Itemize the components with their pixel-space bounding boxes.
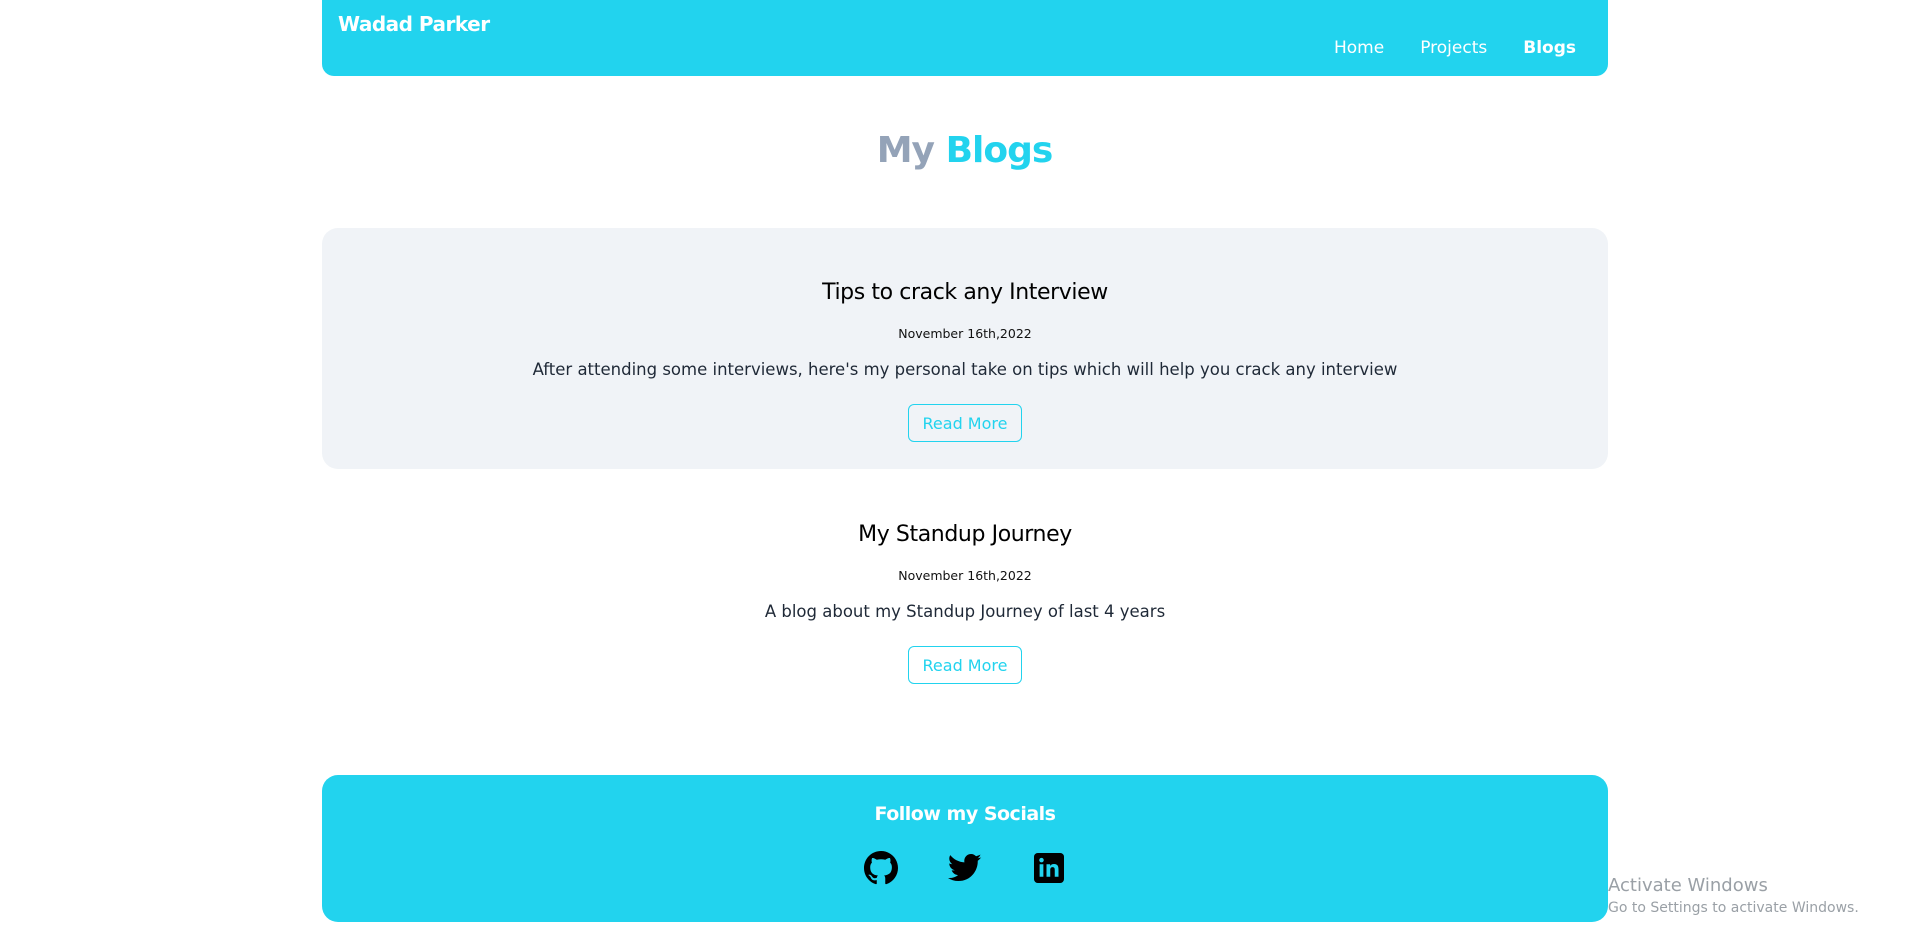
nav-projects-link[interactable]: Projects: [1420, 38, 1487, 58]
windows-activation-watermark: Activate Windows Go to Settings to activ…: [1608, 875, 1859, 916]
brand-name[interactable]: Wadad Parker: [338, 12, 490, 36]
blog-date: November 16th,2022: [898, 326, 1032, 341]
watermark-subtitle: Go to Settings to activate Windows.: [1608, 900, 1859, 916]
twitter-icon[interactable]: [948, 851, 982, 885]
read-more-button[interactable]: Read More: [908, 404, 1022, 442]
nav-blogs-link[interactable]: Blogs: [1523, 38, 1576, 58]
blog-date: November 16th,2022: [898, 568, 1032, 583]
blog-description: After attending some interviews, here's …: [532, 360, 1398, 379]
social-links: [322, 851, 1608, 885]
blog-title: My Standup Journey: [858, 522, 1072, 547]
site-footer: Follow my Socials: [322, 775, 1608, 922]
page-title-prefix: My: [876, 130, 935, 171]
footer-title: Follow my Socials: [874, 803, 1056, 825]
page-title-accent: Blogs: [945, 130, 1054, 171]
github-icon[interactable]: [864, 851, 898, 885]
blog-card: Tips to crack any Interview November 16t…: [322, 228, 1608, 469]
main-nav: Home Projects Blogs: [1334, 38, 1576, 58]
blog-card: My Standup Journey November 16th,2022 A …: [322, 470, 1608, 711]
watermark-title: Activate Windows: [1608, 875, 1768, 896]
blog-description: A blog about my Standup Journey of last …: [764, 602, 1166, 621]
page-title: My Blogs: [0, 130, 1920, 171]
linkedin-icon[interactable]: [1032, 851, 1066, 885]
site-header: Wadad Parker Home Projects Blogs: [322, 0, 1608, 76]
blog-title: Tips to crack any Interview: [822, 280, 1108, 305]
read-more-button[interactable]: Read More: [908, 646, 1022, 684]
nav-home-link[interactable]: Home: [1334, 38, 1384, 58]
